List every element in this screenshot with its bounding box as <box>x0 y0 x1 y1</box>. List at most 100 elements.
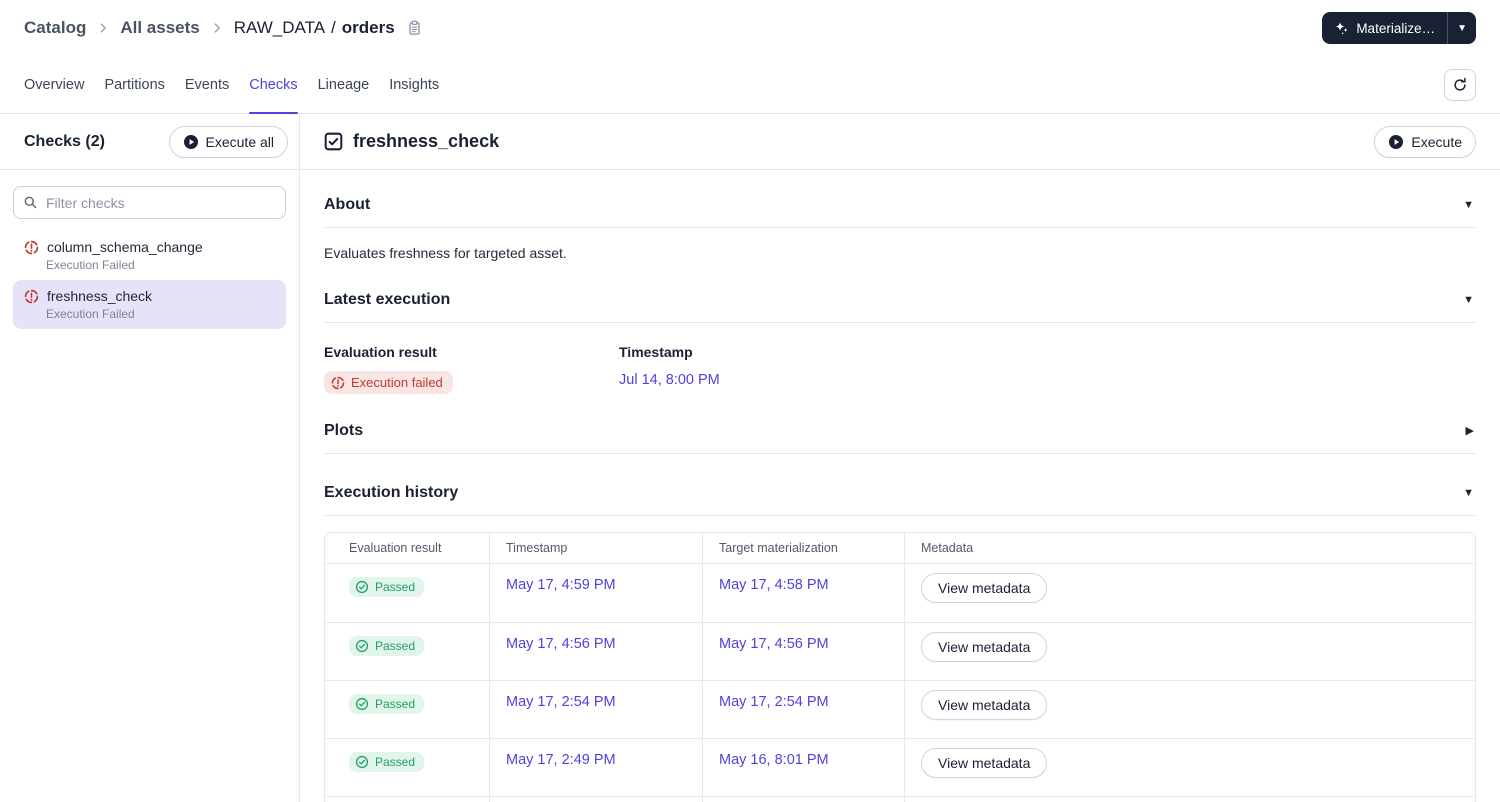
materialize-split-button: Materialize… ▼ <box>1322 12 1476 44</box>
collapse-latest-execution-icon[interactable]: ▼ <box>1461 293 1476 308</box>
collapse-about-icon[interactable]: ▼ <box>1461 198 1476 213</box>
tab-overview[interactable]: Overview <box>24 56 84 113</box>
table-row: Passed May 17, 4:56 PM May 17, 4:56 PM V… <box>325 622 1475 680</box>
latest-timestamp-link[interactable]: Jul 14, 8:00 PM <box>619 372 720 388</box>
execute-all-label: Execute all <box>205 133 274 150</box>
materialize-button[interactable]: Materialize… <box>1322 12 1447 44</box>
execution-history-table: Evaluation result Timestamp Target mater… <box>324 532 1476 802</box>
copy-clipboard-icon[interactable] <box>407 20 422 36</box>
tab-checks[interactable]: Checks <box>249 56 298 114</box>
check-circle-icon <box>355 580 369 594</box>
about-description: Evaluates freshness for targeted asset. <box>324 245 567 261</box>
execution-timestamp-link[interactable]: May 17, 2:54 PM <box>506 694 616 710</box>
view-metadata-button[interactable]: View metadata <box>921 748 1048 778</box>
passed-badge-label: Passed <box>375 639 416 653</box>
breadcrumb-asset-key: RAW_DATA / orders <box>234 18 395 38</box>
chevron-right-icon <box>96 21 110 35</box>
check-name: freshness_check <box>47 288 153 304</box>
checks-layout: Checks (2) Execute all column_schema_c <box>0 114 1500 802</box>
column-header-timestamp: Timestamp <box>489 533 702 564</box>
passed-badge: Passed <box>349 577 425 597</box>
check-detail-panel: freshness_check Execute About ▼ Evaluate… <box>300 114 1500 802</box>
about-section-header: About ▼ <box>324 170 1476 228</box>
search-icon <box>23 195 38 210</box>
passed-badge-label: Passed <box>375 697 416 711</box>
column-header-metadata: Metadata <box>904 533 1475 564</box>
breadcrumb: Catalog All assets RAW_DATA / orders <box>24 18 422 38</box>
asset-path-separator: / <box>331 18 336 37</box>
breadcrumb-catalog[interactable]: Catalog <box>24 18 86 38</box>
table-row: Passed May 17, 4:59 PM May 17, 4:58 PM V… <box>325 564 1475 622</box>
sparkle-icon <box>1334 21 1349 36</box>
check-name: column_schema_change <box>47 239 203 255</box>
execution-history-title: Execution history <box>324 484 459 501</box>
checks-sidebar: Checks (2) Execute all column_schema_c <box>0 114 300 802</box>
execution-failed-icon <box>24 240 39 255</box>
asset-check-icon <box>324 132 343 151</box>
filter-checks-input[interactable] <box>13 186 286 219</box>
latest-execution-title: Latest execution <box>324 291 451 308</box>
refresh-icon <box>1452 77 1468 93</box>
execute-button[interactable]: Execute <box>1374 125 1476 158</box>
top-bar: Catalog All assets RAW_DATA / orders Mat… <box>0 0 1500 56</box>
breadcrumb-all-assets[interactable]: All assets <box>120 18 199 38</box>
check-detail-header: freshness_check Execute <box>300 114 1500 170</box>
passed-badge-label: Passed <box>375 580 416 594</box>
check-status: Execution Failed <box>46 307 135 321</box>
view-metadata-button[interactable]: View metadata <box>921 632 1048 662</box>
check-list-item-column-schema-change[interactable]: column_schema_change Execution Failed <box>13 231 286 280</box>
materialize-dropdown-button[interactable]: ▼ <box>1447 12 1476 44</box>
latest-execution-section-header: Latest execution ▼ <box>324 271 1476 323</box>
execute-all-button[interactable]: Execute all <box>168 125 288 158</box>
view-metadata-button[interactable]: View metadata <box>921 690 1048 720</box>
execution-failed-icon <box>24 289 39 304</box>
chevron-down-icon: ▼ <box>1457 22 1467 34</box>
check-list-item-freshness-check[interactable]: freshness_check Execution Failed <box>13 280 286 329</box>
collapse-execution-history-icon[interactable]: ▼ <box>1461 486 1476 501</box>
check-circle-icon <box>355 755 369 769</box>
evaluation-result-label: Evaluation result <box>324 344 437 360</box>
execution-failed-icon <box>331 376 345 390</box>
checks-count-title: Checks (2) <box>24 132 105 150</box>
about-title: About <box>324 196 371 213</box>
tab-events[interactable]: Events <box>185 56 229 113</box>
asset-name: orders <box>341 18 395 37</box>
target-materialization-link[interactable]: May 17, 4:58 PM <box>719 577 829 593</box>
plots-section-header: Plots ▶ <box>324 422 1476 454</box>
asset-group: RAW_DATA <box>233 18 326 37</box>
tab-partitions[interactable]: Partitions <box>104 56 164 113</box>
check-circle-icon <box>355 697 369 711</box>
execute-label: Execute <box>1411 133 1462 150</box>
execution-timestamp-link[interactable]: May 17, 4:56 PM <box>506 636 616 652</box>
tab-insights[interactable]: Insights <box>389 56 439 113</box>
play-circle-icon <box>1388 134 1404 150</box>
checks-sidebar-header: Checks (2) Execute all <box>0 114 299 170</box>
asset-tabs: Overview Partitions Events Checks Lineag… <box>0 56 1500 114</box>
table-row: Passed May 17, 2:54 PM May 17, 2:54 PM V… <box>325 680 1475 738</box>
check-detail-body: About ▼ Evaluates freshness for targeted… <box>300 170 1500 802</box>
play-circle-icon <box>183 134 199 150</box>
column-header-target-materialization: Target materialization <box>702 533 904 564</box>
timestamp-label: Timestamp <box>619 344 693 360</box>
refresh-button[interactable] <box>1444 68 1476 101</box>
target-materialization-link[interactable]: May 16, 8:01 PM <box>719 752 829 768</box>
execution-history-section-header: Execution history ▼ <box>324 454 1476 516</box>
check-status: Execution Failed <box>46 258 135 272</box>
materialize-button-label: Materialize… <box>1356 20 1436 36</box>
latest-execution-body: Evaluation result Execution failed Times… <box>324 323 1476 422</box>
execution-failed-badge: Execution failed <box>324 371 453 394</box>
execution-failed-badge-label: Execution failed <box>351 375 443 390</box>
column-header-evaluation-result: Evaluation result <box>325 533 489 564</box>
passed-badge: Passed <box>349 636 425 656</box>
check-title: freshness_check <box>353 131 500 151</box>
table-row: Passed May 17, 2:49 PM May 16, 8:01 PM V… <box>325 738 1475 796</box>
table-header-row: Evaluation result Timestamp Target mater… <box>325 533 1475 564</box>
target-materialization-link[interactable]: May 17, 4:56 PM <box>719 636 829 652</box>
tab-lineage[interactable]: Lineage <box>318 56 370 113</box>
target-materialization-link[interactable]: May 17, 2:54 PM <box>719 694 829 710</box>
execution-timestamp-link[interactable]: May 17, 4:59 PM <box>506 577 616 593</box>
execution-timestamp-link[interactable]: May 17, 2:49 PM <box>506 752 616 768</box>
expand-plots-icon[interactable]: ▶ <box>1464 424 1476 439</box>
view-metadata-button[interactable]: View metadata <box>921 573 1048 603</box>
check-circle-icon <box>355 639 369 653</box>
